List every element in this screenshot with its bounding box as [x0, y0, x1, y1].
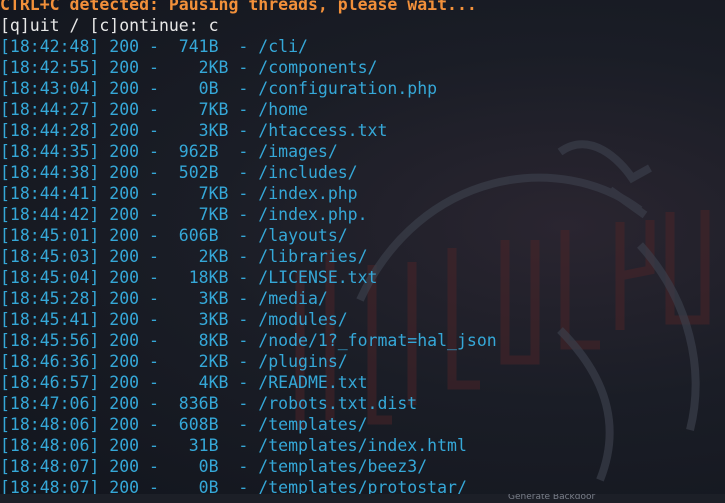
result-line: [18:42:55] 200 - 2KB - /components/ — [0, 58, 378, 77]
result-line: [18:48:06] 200 - 31B - /templates/index.… — [0, 436, 467, 455]
taskbar-window-label[interactable]: Generate Backdoor — [508, 494, 595, 503]
result-line: [18:42:48] 200 - 741B - /cli/ — [0, 37, 308, 56]
result-line: [18:43:04] 200 - 0B - /configuration.php — [0, 79, 438, 98]
taskbar: Generate Backdoor — [0, 494, 725, 503]
pause-warning: CTRL+C detected: Pausing threads, please… — [0, 0, 477, 14]
quit-continue-prompt[interactable]: [q]uit / [c]ontinue: c — [0, 15, 497, 36]
result-line: [18:47:06] 200 - 836B - /robots.txt.dist — [0, 394, 418, 413]
result-line: [18:48:06] 200 - 608B - /templates/ — [0, 415, 368, 434]
result-line: [18:44:35] 200 - 962B - /images/ — [0, 142, 338, 161]
result-line: [18:48:07] 200 - 0B - /templates/beez3/ — [0, 457, 428, 476]
result-line: [18:45:41] 200 - 3KB - /modules/ — [0, 310, 348, 329]
terminal-output: CTRL+C detected: Pausing threads, please… — [0, 0, 497, 498]
result-line: [18:44:42] 200 - 7KB - /index.php. — [0, 205, 368, 224]
result-line: [18:44:38] 200 - 502B - /includes/ — [0, 163, 358, 182]
result-line: [18:45:03] 200 - 2KB - /libraries/ — [0, 247, 368, 266]
result-line: [18:44:41] 200 - 7KB - /index.php — [0, 184, 358, 203]
result-line: [18:45:01] 200 - 606B - /layouts/ — [0, 226, 348, 245]
result-line: [18:44:27] 200 - 7KB - /home — [0, 100, 308, 119]
result-line: [18:45:28] 200 - 3KB - /media/ — [0, 289, 328, 308]
result-line: [18:44:28] 200 - 3KB - /htaccess.txt — [0, 121, 388, 140]
result-line: [18:45:56] 200 - 8KB - /node/1?_format=h… — [0, 331, 497, 350]
terminal-window[interactable]: CTRL+C detected: Pausing threads, please… — [0, 0, 725, 503]
result-line: [18:46:57] 200 - 4KB - /README.txt — [0, 373, 368, 392]
result-line: [18:46:36] 200 - 2KB - /plugins/ — [0, 352, 348, 371]
result-line: [18:45:04] 200 - 18KB - /LICENSE.txt — [0, 268, 378, 287]
